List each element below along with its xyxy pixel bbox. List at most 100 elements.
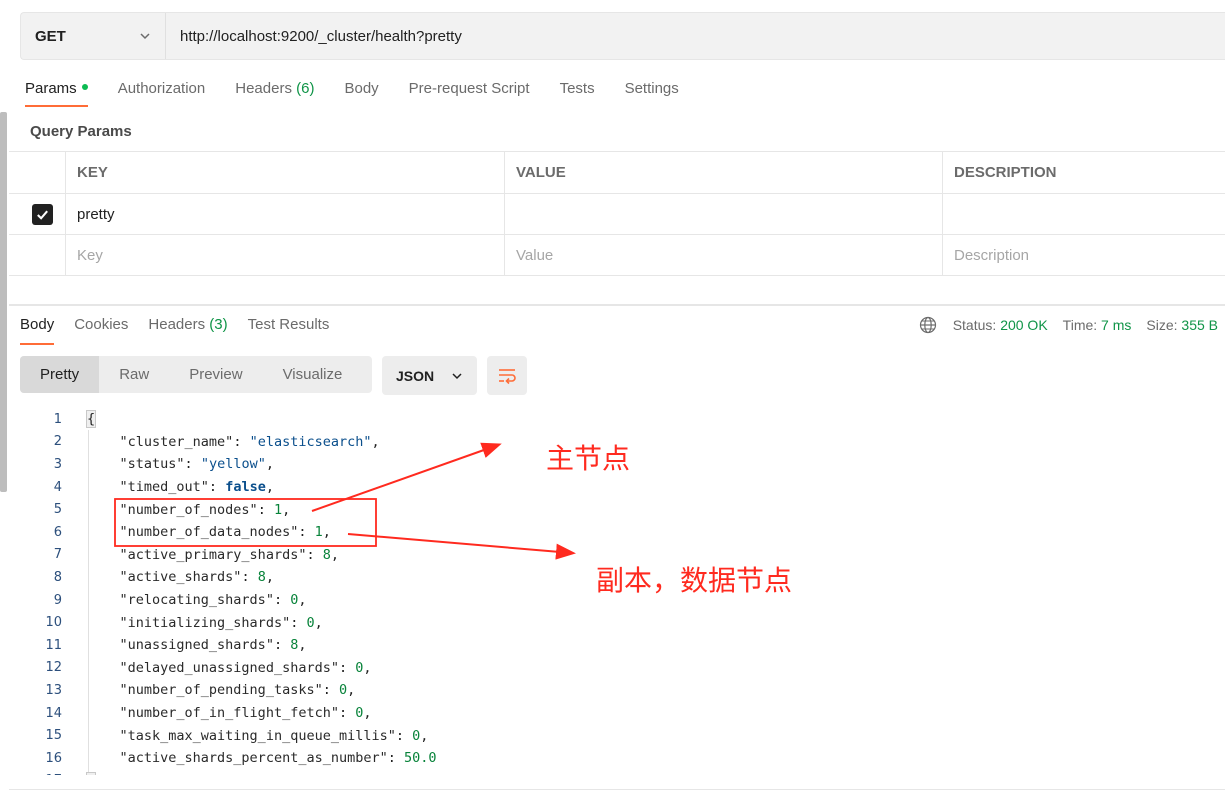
code-line: 4 "timed_out": false,: [20, 476, 720, 499]
json-value: 8: [257, 569, 266, 586]
json-value: 0: [338, 682, 348, 699]
line-number: 6: [53, 524, 62, 540]
json-value: false: [225, 479, 266, 496]
method-label: GET: [35, 27, 66, 45]
line-number: 9: [53, 592, 62, 608]
request-tabs: Params Authorization Headers (6) Body Pr…: [25, 80, 709, 107]
table-header: KEY VALUE DESCRIPTION: [9, 152, 1225, 194]
json-value: 1: [314, 524, 323, 541]
tab-cookies[interactable]: Cookies: [74, 316, 128, 342]
active-dot-icon: [81, 84, 88, 91]
new-key-input[interactable]: Key: [65, 235, 504, 275]
response-headers-count: (3): [209, 316, 228, 333]
tab-headers[interactable]: Headers (6): [235, 80, 314, 105]
tab-response-body[interactable]: Body: [20, 316, 55, 345]
line-number: 14: [45, 705, 62, 721]
line-number: 8: [53, 569, 62, 585]
table-row-new: Key Value Description: [9, 235, 1225, 276]
table-row: pretty: [9, 194, 1225, 235]
new-value-input[interactable]: Value: [504, 235, 942, 275]
json-value: "elasticsearch": [249, 433, 372, 450]
code-line: 11 "unassigned_shards": 8,: [20, 634, 720, 657]
new-description-input[interactable]: Description: [942, 235, 1225, 275]
json-key: "status": [119, 456, 185, 473]
chevron-down-icon: [452, 372, 462, 379]
code-line: 16 "active_shards_percent_as_number": 50…: [20, 747, 720, 770]
json-key: "active_primary_shards": [119, 546, 307, 563]
tab-settings[interactable]: Settings: [625, 80, 679, 105]
tab-params[interactable]: Params: [25, 80, 88, 107]
format-raw[interactable]: Raw: [99, 356, 169, 393]
url-input[interactable]: http://localhost:9200/_cluster/health?pr…: [166, 28, 462, 45]
line-number: 2: [53, 434, 62, 450]
line-number: 3: [53, 456, 62, 472]
tab-tests[interactable]: Tests: [560, 80, 595, 105]
param-description-cell[interactable]: [942, 194, 1225, 234]
tab-response-headers[interactable]: Headers (3): [148, 316, 227, 342]
json-key: "number_of_pending_tasks": [119, 682, 323, 699]
language-label: JSON: [396, 367, 435, 384]
param-checkbox[interactable]: [31, 203, 53, 225]
json-key: "active_shards": [119, 569, 242, 586]
pane-divider[interactable]: [9, 304, 1225, 306]
tab-test-results[interactable]: Test Results: [248, 316, 330, 342]
brace: {: [85, 410, 97, 429]
language-select[interactable]: JSON: [382, 356, 477, 395]
request-bar: GET http://localhost:9200/_cluster/healt…: [20, 12, 1225, 60]
json-value: 50.0: [404, 750, 437, 767]
json-key: "number_of_data_nodes": [119, 524, 299, 541]
line-number: 4: [53, 479, 62, 495]
line-number: 7: [53, 547, 62, 563]
query-params-title: Query Params: [30, 123, 132, 140]
response-time[interactable]: Time: 7 ms: [1063, 317, 1132, 333]
code-line: 13 "number_of_pending_tasks": 0,: [20, 679, 720, 702]
response-tabs: Body Cookies Headers (3) Test Results: [20, 316, 349, 345]
json-key: "unassigned_shards": [119, 637, 274, 654]
code-line: 1{: [20, 408, 720, 431]
json-key: "task_max_waiting_in_queue_millis": [119, 727, 396, 744]
json-value: "yellow": [200, 456, 266, 473]
format-pretty[interactable]: Pretty: [20, 356, 100, 393]
response-size[interactable]: Size: 355 B: [1146, 317, 1218, 333]
wrap-lines-button[interactable]: [487, 356, 527, 395]
line-number: 15: [45, 728, 62, 744]
json-value: 8: [322, 546, 331, 563]
check-icon: [36, 210, 48, 220]
line-number: 13: [45, 682, 62, 698]
json-key: "cluster_name": [119, 433, 234, 450]
response-status: Status: 200 OK Time: 7 ms Size: 355 B: [919, 316, 1218, 334]
tab-authorization[interactable]: Authorization: [118, 80, 206, 105]
format-visualize[interactable]: Visualize: [263, 356, 363, 393]
headers-count: (6): [296, 80, 315, 97]
json-key: "number_of_in_flight_fetch": [119, 705, 339, 722]
left-scrollbar[interactable]: [0, 112, 7, 492]
method-select[interactable]: GET: [21, 13, 166, 59]
params-table: KEY VALUE DESCRIPTION pretty Key Value D…: [9, 151, 1225, 276]
json-key: "relocating_shards": [119, 592, 274, 609]
json-key: "timed_out": [119, 479, 209, 496]
json-key: "delayed_unassigned_shards": [119, 659, 339, 676]
code-line: 14 "number_of_in_flight_fetch": 0,: [20, 702, 720, 725]
tab-pre-request-script[interactable]: Pre-request Script: [409, 80, 530, 105]
code-line: 12 "delayed_unassigned_shards": 0,: [20, 657, 720, 680]
json-key: "initializing_shards": [119, 614, 291, 631]
column-key: KEY: [65, 152, 504, 193]
code-line: 6 "number_of_data_nodes": 1,: [20, 521, 720, 544]
format-tabs: Pretty Raw Preview Visualize: [20, 356, 372, 393]
column-value: VALUE: [504, 152, 942, 193]
param-key-cell[interactable]: pretty: [65, 194, 504, 234]
json-value: 0: [306, 614, 315, 631]
json-key: "active_shards_percent_as_number": [119, 750, 388, 767]
annotation-primary-node: 主节点: [546, 442, 631, 475]
format-preview[interactable]: Preview: [169, 356, 262, 393]
status-code[interactable]: Status: 200 OK: [953, 317, 1048, 333]
tab-body[interactable]: Body: [344, 80, 378, 105]
line-number: 5: [53, 502, 62, 518]
annotation-data-node: 副本，数据节点: [596, 564, 793, 597]
code-line: 10 "initializing_shards": 0,: [20, 611, 720, 634]
line-number: 16: [45, 750, 62, 766]
chevron-down-icon: [140, 33, 150, 40]
param-value-cell[interactable]: [504, 194, 942, 234]
code-line: 5 "number_of_nodes": 1,: [20, 498, 720, 521]
globe-icon[interactable]: [919, 316, 937, 334]
